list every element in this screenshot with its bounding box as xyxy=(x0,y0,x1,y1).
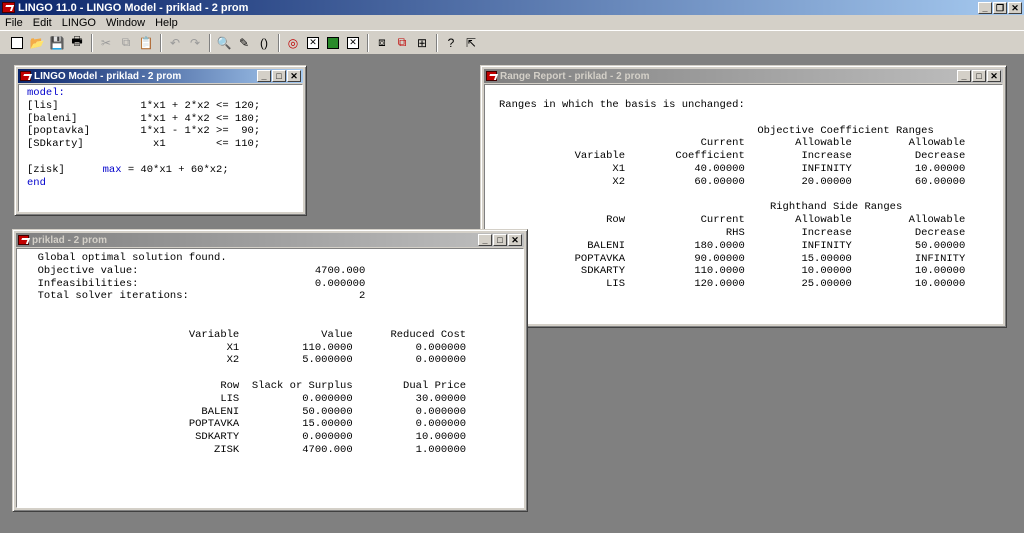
rhs-range-row: BALENI 180.0000 INFINITY 50.00000 xyxy=(499,239,966,252)
lingo-doc-icon xyxy=(20,71,31,81)
model-code: model: [lis] 1*x1 + 2*x2 <= 120; [baleni… xyxy=(27,87,302,189)
code-line-poptavka: [poptavka] 1*x1 - 1*x2 >= 90; xyxy=(27,125,261,138)
app-title: LINGO 11.0 - LINGO Model - priklad - 2 p… xyxy=(18,1,249,14)
model-minimize-button[interactable]: _ xyxy=(257,70,271,82)
app-title-bar[interactable]: LINGO 11.0 - LINGO Model - priklad - 2 p… xyxy=(0,0,1024,15)
range-close-button[interactable]: ✕ xyxy=(987,70,1001,82)
range-report-content[interactable]: Ranges in which the basis is unchanged: … xyxy=(484,84,1003,324)
objective-range-row: X2 60.00000 20.00000 60.00000 xyxy=(499,175,966,188)
model-window-title: LINGO Model - priklad - 2 prom xyxy=(34,70,182,82)
menu-edit[interactable]: Edit xyxy=(28,17,57,29)
solution-status: Global optimal solution found. xyxy=(25,252,227,264)
rhs-ranges-header-bottom: RHS Increase Decrease xyxy=(499,226,966,239)
range-maximize-button[interactable]: □ xyxy=(972,70,986,82)
minimize-button[interactable]: _ xyxy=(978,1,992,14)
range-minimize-button[interactable]: _ xyxy=(957,70,971,82)
model-editor[interactable]: model: [lis] 1*x1 + 2*x2 <= 120; [baleni… xyxy=(18,84,303,212)
open-folder-icon[interactable]: 📂 xyxy=(28,34,46,52)
constraint-row: ZISK 4700.000 1.000000 xyxy=(25,443,467,456)
solution-window-title: priklad - 2 prom xyxy=(32,234,108,246)
constraint-row: SDKARTY 0.000000 10.00000 xyxy=(25,431,467,444)
match-parenthesis-icon[interactable]: () xyxy=(255,34,273,52)
range-intro: Ranges in which the basis is unchanged: xyxy=(499,99,745,111)
solution-report-content[interactable]: Global optimal solution found. Objective… xyxy=(16,248,524,508)
variable-row: X2 5.000000 0.000000 xyxy=(25,354,467,367)
objective-value-line: Objective value: 4700.000 xyxy=(25,264,366,277)
infeasibilities-line: Infeasibilities: 0.000000 xyxy=(25,277,366,290)
code-line-lis: [lis] 1*x1 + 2*x2 <= 120; xyxy=(27,99,261,112)
row-table-header: Row Slack or Surplus Dual Price xyxy=(25,379,467,392)
code-line-zisk-label: [zisk] xyxy=(27,163,103,176)
options-icon[interactable] xyxy=(324,34,342,52)
cut-icon[interactable]: ✂ xyxy=(97,34,115,52)
menu-help[interactable]: Help xyxy=(150,17,183,29)
rhs-range-row: LIS 120.0000 25.00000 10.00000 xyxy=(499,278,966,291)
find-next-icon[interactable]: ✎ xyxy=(235,34,253,52)
model-window-title-bar[interactable]: LINGO Model - priklad - 2 prom _ □ ✕ xyxy=(18,69,303,83)
find-icon[interactable]: 🔍 xyxy=(215,34,233,52)
help-icon[interactable]: ? xyxy=(442,34,460,52)
send-to-back-icon[interactable]: ⧈ xyxy=(373,34,391,52)
iterations-line: Total solver iterations: 2 xyxy=(25,290,366,303)
variable-table-header: Variable Value Reduced Cost xyxy=(25,328,467,341)
rhs-ranges-header-top: Row Current Allowable Allowable xyxy=(499,214,966,227)
model-close-button[interactable]: ✕ xyxy=(287,70,301,82)
rhs-range-row: POPTAVKA 90.00000 15.00000 INFINITY xyxy=(499,252,966,265)
variable-row: X1 110.0000 0.000000 xyxy=(25,341,467,354)
range-window-title-bar[interactable]: Range Report - priklad - 2 prom _ □ ✕ xyxy=(484,69,1003,83)
solution-report-text: Global optimal solution found. Objective… xyxy=(25,252,523,457)
rhs-ranges-title: Righthand Side Ranges xyxy=(499,201,903,214)
end-keyword: end xyxy=(27,176,46,189)
range-window-title: Range Report - priklad - 2 prom xyxy=(500,70,650,82)
objective-ranges-header-bottom: Variable Coefficient Increase Decrease xyxy=(499,150,966,163)
solution-maximize-button[interactable]: □ xyxy=(493,234,507,246)
solution-minimize-button[interactable]: _ xyxy=(478,234,492,246)
lingo-doc-icon xyxy=(486,71,497,81)
rhs-range-row: SDKARTY 110.0000 10.00000 10.00000 xyxy=(499,265,966,278)
code-line-zisk-rest: = 40*x1 + 60*x2; xyxy=(121,163,229,176)
toolbar: 📂 💾 🖶 ✂ ⧉ 📋 ↶ ↷ 🔍 ✎ () ◎ ✕ ✕ ⧈ ⧉ ⊞ ? ⇱ xyxy=(0,30,1024,55)
solution-report-window[interactable]: priklad - 2 prom _ □ ✕ Global optimal so… xyxy=(12,229,528,512)
constraint-row: POPTAVKA 15.00000 0.000000 xyxy=(25,418,467,431)
undo-icon[interactable]: ↶ xyxy=(166,34,184,52)
tile-icon[interactable]: ⧉ xyxy=(393,34,411,52)
max-keyword: max xyxy=(102,163,122,176)
save-icon[interactable]: 💾 xyxy=(48,34,66,52)
solve-icon[interactable]: ◎ xyxy=(284,34,302,52)
model-maximize-button[interactable]: □ xyxy=(272,70,286,82)
lingo-doc-icon xyxy=(18,235,29,245)
objective-ranges-title: Objective Coefficient Ranges xyxy=(499,124,934,137)
code-line-baleni: [baleni] 1*x1 + 4*x2 <= 180; xyxy=(27,112,261,125)
context-help-icon[interactable]: ⇱ xyxy=(462,34,480,52)
close-button[interactable]: ✕ xyxy=(1008,1,1022,14)
redo-icon[interactable]: ↷ xyxy=(186,34,204,52)
menu-lingo[interactable]: LINGO xyxy=(57,17,101,29)
close-all-icon[interactable]: ✕ xyxy=(344,34,362,52)
objective-range-row: X1 40.00000 INFINITY 10.00000 xyxy=(499,162,966,175)
new-file-icon[interactable] xyxy=(8,34,26,52)
lingo-app-icon[interactable] xyxy=(2,2,15,13)
model-keyword: model: xyxy=(27,87,65,99)
solution-close-button[interactable]: ✕ xyxy=(508,234,522,246)
model-window[interactable]: LINGO Model - priklad - 2 prom _ □ ✕ mod… xyxy=(14,65,307,216)
range-report-text: Ranges in which the basis is unchanged: … xyxy=(499,99,1002,291)
constraint-row: LIS 0.000000 30.00000 xyxy=(25,392,467,405)
copy-icon[interactable]: ⧉ xyxy=(117,34,135,52)
solution-window-title-bar[interactable]: priklad - 2 prom _ □ ✕ xyxy=(16,233,524,247)
menu-bar: File Edit LINGO Window Help xyxy=(0,15,1024,30)
menu-file[interactable]: File xyxy=(0,17,28,29)
solution-icon[interactable]: ✕ xyxy=(304,34,322,52)
constraint-row: BALENI 50.00000 0.000000 xyxy=(25,405,467,418)
menu-window[interactable]: Window xyxy=(101,17,150,29)
cascade-icon[interactable]: ⊞ xyxy=(413,34,431,52)
range-report-window[interactable]: Range Report - priklad - 2 prom _ □ ✕ Ra… xyxy=(480,65,1007,328)
objective-ranges-header-top: Current Allowable Allowable xyxy=(499,137,966,150)
restore-button[interactable]: ❐ xyxy=(993,1,1007,14)
print-icon[interactable]: 🖶 xyxy=(68,34,86,52)
code-line-sdkarty: [SDkarty] x1 <= 110; xyxy=(27,138,261,151)
paste-icon[interactable]: 📋 xyxy=(137,34,155,52)
